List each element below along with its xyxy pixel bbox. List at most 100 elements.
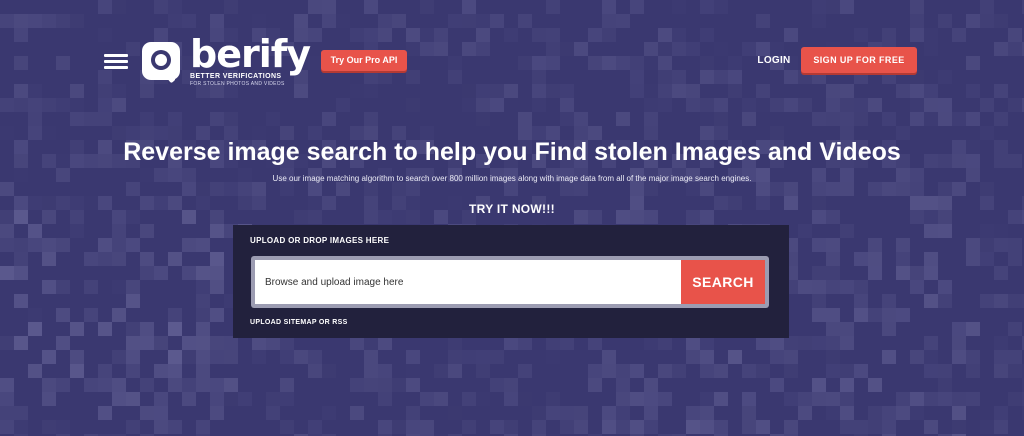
background-pixel	[126, 294, 140, 308]
background-pixel	[70, 112, 84, 126]
background-pixel	[98, 406, 112, 420]
background-pixel	[658, 84, 672, 98]
background-pixel	[462, 392, 476, 406]
background-pixel	[714, 112, 728, 126]
upload-panel[interactable]: UPLOAD OR DROP IMAGES HERE SEARCH UPLOAD…	[233, 225, 789, 338]
background-pixel	[868, 182, 882, 196]
background-pixel	[812, 0, 826, 14]
berify-logo[interactable]: berify BETTER VERIFICATIONS FOR STOLEN P…	[138, 32, 311, 88]
background-pixel	[854, 364, 868, 378]
background-pixel	[196, 266, 210, 280]
background-pixel	[294, 14, 308, 28]
background-pixel	[700, 0, 714, 14]
background-pixel	[826, 182, 840, 196]
background-pixel	[140, 336, 154, 350]
background-pixel	[154, 392, 168, 406]
background-pixel	[868, 252, 882, 266]
background-pixel	[952, 112, 966, 126]
background-pixel	[210, 14, 224, 28]
image-upload-input[interactable]	[255, 260, 681, 304]
background-pixel	[980, 224, 994, 238]
background-pixel	[826, 266, 840, 280]
upload-sitemap-link[interactable]: UPLOAD SITEMAP OR RSS	[250, 318, 348, 328]
background-pixel	[0, 182, 14, 196]
pro-api-button[interactable]: Try Our Pro API	[321, 50, 407, 71]
background-pixel	[854, 294, 868, 308]
background-pixel	[616, 364, 630, 378]
logo-wordmark: berify	[190, 32, 311, 76]
background-pixel	[672, 42, 686, 56]
background-pixel	[350, 406, 364, 420]
background-pixel	[406, 420, 420, 434]
background-pixel	[812, 168, 826, 182]
background-pixel	[700, 112, 714, 126]
background-pixel	[882, 112, 896, 126]
search-bar: SEARCH	[251, 256, 769, 308]
background-pixel	[140, 266, 154, 280]
background-pixel	[882, 28, 896, 42]
background-pixel	[70, 84, 84, 98]
background-pixel	[196, 364, 210, 378]
background-pixel	[882, 420, 896, 434]
background-pixel	[966, 238, 980, 252]
background-pixel	[868, 308, 882, 322]
background-pixel	[462, 98, 476, 112]
background-pixel	[476, 392, 490, 406]
background-pixel	[924, 84, 938, 98]
background-pixel	[140, 420, 154, 434]
background-pixel	[476, 364, 490, 378]
background-pixel	[210, 252, 224, 266]
background-pixel	[70, 350, 84, 364]
background-pixel	[14, 0, 28, 14]
background-pixel	[644, 378, 658, 392]
background-pixel	[28, 98, 42, 112]
background-pixel	[658, 28, 672, 42]
background-pixel	[630, 182, 644, 196]
background-pixel	[420, 420, 434, 434]
background-pixel	[658, 392, 672, 406]
background-pixel	[280, 350, 294, 364]
background-pixel	[602, 28, 616, 42]
background-pixel	[1008, 84, 1022, 98]
background-pixel	[112, 224, 126, 238]
background-pixel	[896, 266, 910, 280]
background-pixel	[1008, 350, 1022, 364]
background-pixel	[896, 84, 910, 98]
background-pixel	[490, 28, 504, 42]
background-pixel	[238, 182, 252, 196]
background-pixel	[994, 14, 1008, 28]
background-pixel	[196, 378, 210, 392]
background-pixel	[56, 238, 70, 252]
background-pixel	[532, 98, 546, 112]
background-pixel	[994, 112, 1008, 126]
background-pixel	[518, 336, 532, 350]
background-pixel	[770, 182, 784, 196]
background-pixel	[798, 392, 812, 406]
background-pixel	[924, 350, 938, 364]
background-pixel	[196, 336, 210, 350]
signup-button[interactable]: SIGN UP FOR FREE	[801, 47, 917, 73]
background-pixel	[938, 392, 952, 406]
background-pixel	[504, 84, 518, 98]
background-pixel	[28, 364, 42, 378]
background-pixel	[742, 392, 756, 406]
background-pixel	[798, 98, 812, 112]
search-button[interactable]: SEARCH	[681, 260, 765, 304]
background-pixel	[714, 42, 728, 56]
background-pixel	[56, 378, 70, 392]
background-pixel	[336, 112, 350, 126]
background-pixel	[924, 252, 938, 266]
background-pixel	[966, 84, 980, 98]
background-pixel	[140, 168, 154, 182]
background-pixel	[168, 420, 182, 434]
background-pixel	[686, 350, 700, 364]
background-pixel	[252, 182, 266, 196]
background-pixel	[812, 294, 826, 308]
background-pixel	[168, 0, 182, 14]
background-pixel	[560, 112, 574, 126]
login-link[interactable]: LOGIN	[754, 53, 794, 69]
background-pixel	[280, 182, 294, 196]
hamburger-menu-icon[interactable]	[104, 54, 128, 70]
background-pixel	[546, 28, 560, 42]
background-pixel	[224, 336, 238, 350]
